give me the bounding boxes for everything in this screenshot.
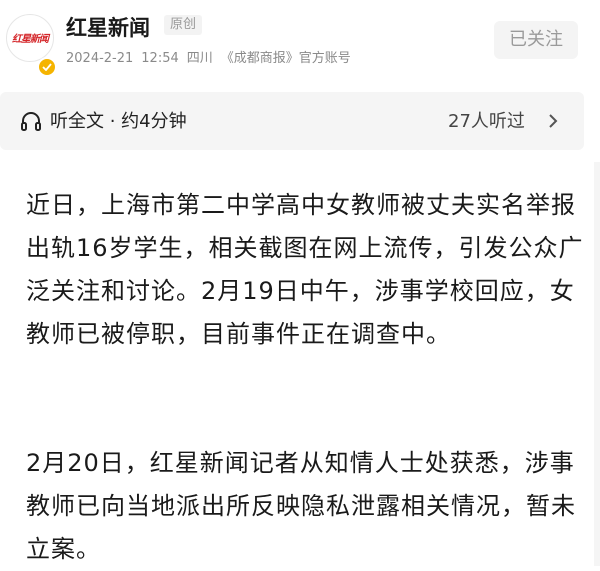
listen-label: 听全文 · 约4分钟 [50, 111, 187, 132]
article-paragraph: 2月20日，红星新闻记者从知情人士处获悉，涉事教师已向当地派出所反映隐私泄露相关… [26, 449, 576, 563]
account-source: 《成都商报》官方账号 [220, 51, 351, 66]
article-header: 红星新闻 红星新闻 原创 2024-2-21 12:54 四川 《成都商报》官方账号 … [0, 0, 600, 80]
avatar-logo: 红星新闻 [12, 34, 49, 45]
account-name[interactable]: 红星新闻 [66, 12, 150, 42]
article-body: 近日，上海市第二中学高中女教师被丈夫实名举报出轨16岁学生，相关截图在网上流传，… [0, 162, 600, 566]
listen-bar[interactable]: 听全文 · 约4分钟 27人听过 [0, 92, 584, 150]
chevron-right-icon [549, 114, 558, 128]
post-date: 2024-2-21 [66, 51, 134, 66]
post-location: 四川 [186, 51, 213, 66]
follow-button[interactable]: 已关注 [494, 21, 578, 59]
headphone-icon [21, 112, 41, 131]
avatar[interactable]: 红星新闻 [6, 14, 57, 77]
post-meta: 2024-2-21 12:54 四川 《成都商报》官方账号 [66, 47, 359, 66]
original-tag: 原创 [164, 15, 203, 35]
article-content: 近日，上海市第二中学高中女教师被丈夫实名举报出轨16岁学生，相关截图在网上流传，… [0, 162, 594, 566]
post-time: 12:54 [141, 51, 179, 66]
verified-badge-icon [37, 57, 57, 77]
article-paragraph: 近日，上海市第二中学高中女教师被丈夫实名举报出轨16岁学生，相关截图在网上流传，… [26, 191, 584, 348]
listen-count: 27人听过 [448, 111, 525, 132]
